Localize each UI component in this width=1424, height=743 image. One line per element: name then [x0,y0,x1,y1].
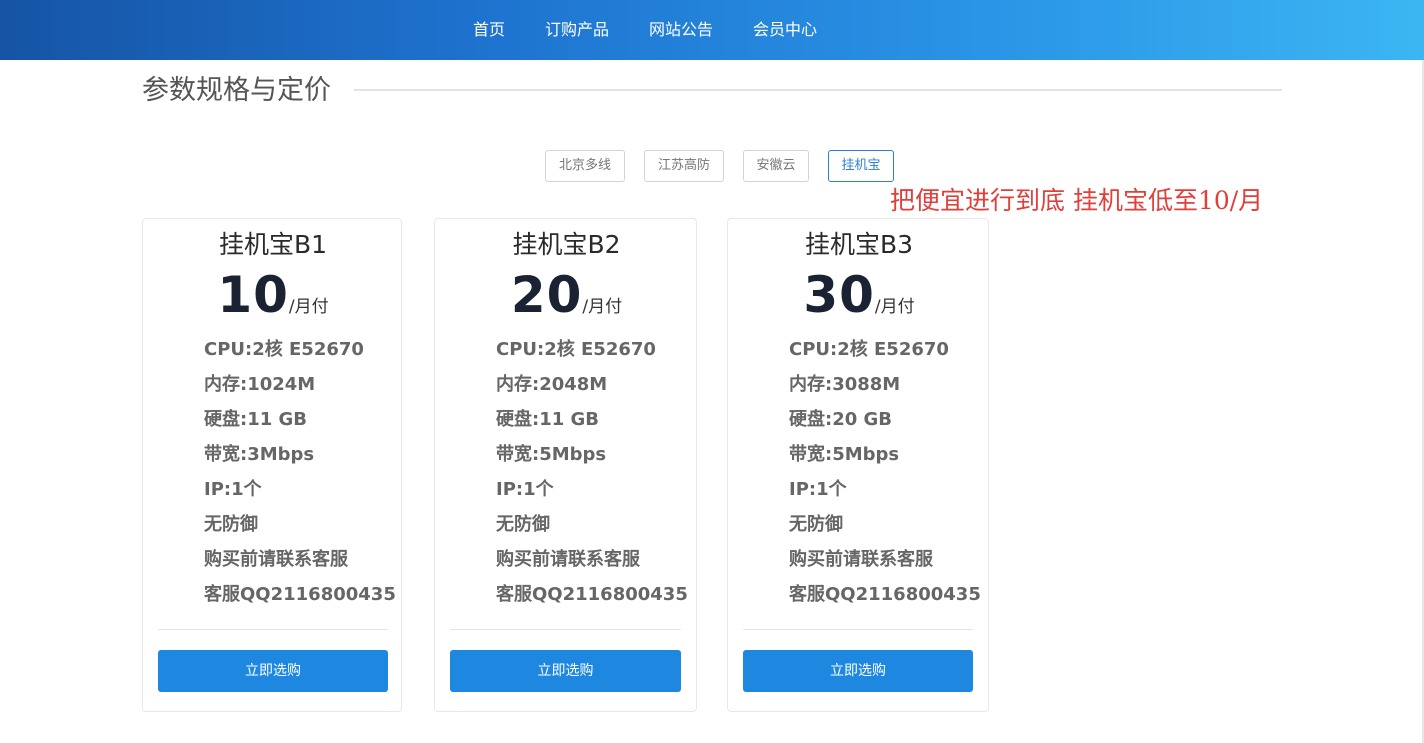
spec-contact-note: 购买前请联系客服 [496,549,640,570]
main-nav: 首页 订购产品 网站公告 会员中心 [0,0,1424,60]
tab-jiangsu-ddos-protection[interactable]: 江苏高防 [644,150,724,182]
plan-price: 30 [803,266,875,324]
spec-ip: IP:1个 [496,479,554,500]
plan-name: 挂机宝B3 [804,230,914,259]
spec-bandwidth: 带宽:5Mbps [496,444,607,465]
nav-item-member-center[interactable]: 会员中心 [753,19,817,41]
card-divider [450,629,681,630]
plan-price-row: 30/月付 [728,267,990,323]
buy-now-button-b3[interactable]: 立即选购 [743,650,973,692]
plan-price-unit: /月付 [874,297,915,317]
spec-cpu: CPU:2核 E52670 [789,339,949,360]
tab-guajibao[interactable]: 挂机宝 [828,150,894,182]
spec-cpu: CPU:2核 E52670 [204,339,364,360]
plan-spec-list: CPU:2核 E52670 内存:3088M 硬盘:20 GB 带宽:5Mbps… [789,332,981,612]
card-divider [743,629,973,630]
spec-support-qq: 客服QQ2116800435 [496,584,688,605]
spec-memory: 内存:2048M [496,374,608,395]
buy-now-button-b1[interactable]: 立即选购 [158,650,388,692]
plan-card-b2: 挂机宝B2 20/月付 CPU:2核 E52670 内存:2048M 硬盘:11… [434,218,697,712]
spec-memory: 内存:3088M [789,374,901,395]
spec-cpu: CPU:2核 E52670 [496,339,656,360]
plan-card-b3: 挂机宝B3 30/月付 CPU:2核 E52670 内存:3088M 硬盘:20… [727,218,989,712]
plan-price-unit: /月付 [582,297,623,317]
card-divider [158,629,388,630]
promo-banner-text: 把便宜进行到底 挂机宝低至10/月 [890,186,1264,215]
spec-bandwidth: 带宽:5Mbps [789,444,900,465]
plan-price-row: 20/月付 [435,267,698,323]
title-divider [354,89,1282,91]
spec-defense: 无防御 [204,514,258,535]
plan-spec-list: CPU:2核 E52670 内存:2048M 硬盘:11 GB 带宽:5Mbps… [496,332,688,612]
page-title: 参数规格与定价 [142,75,331,106]
plan-price-row: 10/月付 [143,267,403,323]
spec-defense: 无防御 [496,514,550,535]
tab-beijing-multiline[interactable]: 北京多线 [545,150,625,182]
spec-disk: 硬盘:11 GB [204,409,308,430]
plan-price: 20 [510,266,583,324]
plan-name: 挂机宝B1 [218,230,328,259]
spec-support-qq: 客服QQ2116800435 [789,584,981,605]
plan-price-unit: /月付 [288,297,329,317]
plan-spec-list: CPU:2核 E52670 内存:1024M 硬盘:11 GB 带宽:3Mbps… [204,332,396,612]
spec-ip: IP:1个 [204,479,262,500]
spec-disk: 硬盘:11 GB [496,409,600,430]
spec-memory: 内存:1024M [204,374,316,395]
plan-price: 10 [217,266,289,324]
buy-now-button-b2[interactable]: 立即选购 [450,650,681,692]
spec-ip: IP:1个 [789,479,847,500]
spec-contact-note: 购买前请联系客服 [204,549,348,570]
nav-item-order-products[interactable]: 订购产品 [545,19,609,41]
spec-support-qq: 客服QQ2116800435 [204,584,396,605]
plan-card-b1: 挂机宝B1 10/月付 CPU:2核 E52670 内存:1024M 硬盘:11… [142,218,402,712]
spec-bandwidth: 带宽:3Mbps [204,444,315,465]
plan-name: 挂机宝B2 [512,230,621,259]
nav-item-home[interactable]: 首页 [473,19,505,41]
spec-contact-note: 购买前请联系客服 [789,549,933,570]
spec-defense: 无防御 [789,514,843,535]
nav-item-announcements[interactable]: 网站公告 [649,19,713,41]
tab-anhui-cloud[interactable]: 安徽云 [743,150,809,182]
spec-disk: 硬盘:20 GB [789,409,893,430]
